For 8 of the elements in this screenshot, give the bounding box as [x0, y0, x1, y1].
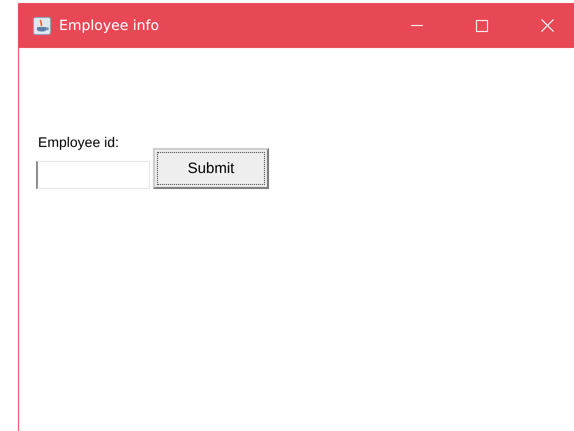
employee-id-field[interactable]	[36, 161, 150, 189]
window-title: Employee info	[59, 18, 160, 34]
minimize-icon[interactable]	[411, 24, 423, 26]
maximize-icon[interactable]	[476, 20, 488, 32]
close-icon[interactable]	[541, 19, 554, 32]
coffee-cup-icon	[33, 16, 51, 34]
employee-id-label: Employee id:	[38, 134, 120, 150]
submit-button[interactable]: Submit	[153, 148, 269, 189]
